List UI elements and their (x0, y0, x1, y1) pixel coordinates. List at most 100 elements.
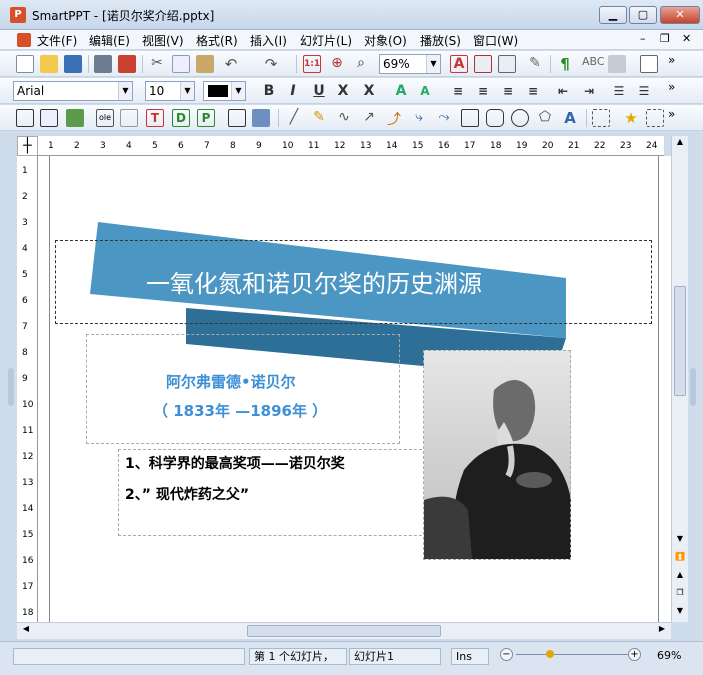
scroll-up-button[interactable]: ▲ (674, 137, 686, 151)
insert-table-icon[interactable] (474, 55, 492, 73)
table-icon[interactable] (40, 109, 58, 127)
maximize-button[interactable]: ▢ (629, 6, 657, 24)
toolbar-more-button[interactable]: » (668, 80, 675, 94)
shrink-font-icon[interactable]: A (416, 82, 434, 100)
menu-object[interactable]: 对象(O) (364, 32, 407, 49)
indent-increase-icon[interactable]: ⇥ (580, 82, 598, 100)
menu-format[interactable]: 格式(R) (196, 32, 238, 49)
document-icon[interactable] (17, 33, 31, 47)
zoom-combo[interactable]: 69% ▼ (379, 54, 441, 74)
undo-icon[interactable]: ↶ (222, 55, 240, 73)
align-right-icon[interactable]: ≡ (499, 82, 517, 100)
ellipse-icon[interactable] (511, 109, 529, 127)
right-panel-toggle[interactable] (690, 368, 696, 406)
italic-icon[interactable]: I (284, 82, 302, 100)
prev-slide-button[interactable]: ▲ (674, 570, 686, 584)
ruler-corner[interactable]: ┼ (17, 136, 38, 156)
justify-icon[interactable]: ≡ (524, 82, 542, 100)
actual-size-icon[interactable]: 1:1 (303, 55, 321, 73)
zoom-in-button[interactable]: + (628, 648, 641, 661)
next-slide-button[interactable]: ▼ (674, 606, 686, 620)
align-left-icon[interactable]: ≡ (449, 82, 467, 100)
scroll-down-button[interactable]: ▼ (674, 534, 686, 548)
size-combo[interactable]: 10 ▼ (145, 81, 195, 101)
line-icon[interactable]: ╱ (285, 109, 303, 127)
frame-icon[interactable] (120, 109, 138, 127)
rounded-rect-icon[interactable] (486, 109, 504, 127)
chevron-down-icon[interactable]: ▼ (180, 82, 194, 100)
cut-icon[interactable]: ✂ (148, 55, 166, 73)
rectangle-icon[interactable] (461, 109, 479, 127)
pen-icon[interactable]: ✎ (310, 109, 328, 127)
ole-icon[interactable]: ole (96, 109, 114, 127)
notes-icon[interactable] (498, 55, 516, 73)
curve-icon[interactable]: ∿ (335, 109, 353, 127)
bullet-list-icon[interactable]: ☰ (610, 82, 628, 100)
underline-icon[interactable]: U (310, 82, 328, 100)
print-icon[interactable] (94, 55, 112, 73)
mdi-close-button[interactable]: ✕ (682, 32, 691, 45)
connector-icon[interactable]: ⤴ (385, 109, 403, 128)
horizontal-ruler[interactable]: 1 2 3 4 5 6 7 8 9 10 11 12 13 14 15 16 17 18 19 20 21 22 23 24 (38, 136, 664, 156)
mdi-restore-button[interactable]: ❐ (660, 32, 670, 45)
chevron-down-icon[interactable]: ▼ (118, 82, 132, 100)
menu-slide[interactable]: 幻灯片(L) (300, 32, 352, 49)
clear-format-icon[interactable]: X (360, 82, 378, 100)
image-icon[interactable] (66, 109, 84, 127)
app-icon[interactable]: P (10, 7, 26, 23)
group-icon[interactable] (252, 109, 270, 127)
zoom-slider-thumb[interactable] (546, 650, 554, 658)
first-slide-button[interactable]: ⏫ (674, 552, 686, 566)
scroll-right-button[interactable]: ▶ (655, 624, 669, 637)
horizontal-scroll-thumb[interactable] (247, 625, 441, 637)
pdf-icon[interactable] (118, 55, 136, 73)
menu-file[interactable]: 文件(F) (37, 32, 77, 49)
menu-window[interactable]: 窗口(W) (473, 32, 518, 49)
menu-view[interactable]: 视图(V) (142, 32, 184, 49)
title-icon[interactable]: T (146, 109, 164, 127)
minimize-button[interactable]: ▁ (599, 6, 627, 24)
wordart-icon[interactable]: A (561, 109, 579, 127)
close-button[interactable]: ✕ (660, 6, 700, 24)
menu-play[interactable]: 播放(S) (420, 32, 461, 49)
chevron-down-icon[interactable]: ▼ (231, 82, 245, 100)
search-icon[interactable]: ⌕ (352, 55, 370, 73)
chevron-down-icon[interactable]: ▼ (426, 55, 440, 73)
numbered-list-icon[interactable]: ☰ (635, 82, 653, 100)
callout-icon[interactable] (646, 109, 664, 127)
date-icon[interactable]: D (172, 109, 190, 127)
insert-mode[interactable]: Ins (451, 648, 489, 665)
menu-edit[interactable]: 编辑(E) (89, 32, 130, 49)
crop-icon[interactable] (592, 109, 610, 127)
shapes-icon[interactable]: ⬠ (536, 109, 554, 127)
vertical-ruler[interactable]: 1 2 3 4 5 6 7 8 9 10 11 12 13 14 15 16 17 18 (17, 156, 38, 622)
spellcheck-icon[interactable]: ABC (582, 55, 605, 73)
grow-font-icon[interactable]: A (392, 82, 410, 100)
align-center-icon[interactable]: ≡ (474, 82, 492, 100)
star-icon[interactable]: ★ (622, 109, 640, 127)
chart-icon[interactable] (608, 55, 626, 73)
select-icon[interactable] (228, 109, 246, 127)
color-combo[interactable]: ▼ (203, 81, 246, 101)
elbow-connector-icon[interactable]: ⤷ (410, 109, 428, 127)
paste-icon[interactable] (196, 55, 214, 73)
menu-insert[interactable]: 插入(I) (250, 32, 287, 49)
horizontal-scrollbar[interactable]: ◀ ▶ (17, 622, 671, 639)
arrow-icon[interactable]: ↗ (360, 109, 378, 127)
indent-decrease-icon[interactable]: ⇤ (554, 82, 572, 100)
zoom-icon[interactable]: ⊕ (328, 55, 346, 73)
curve-connector-icon[interactable]: ⤳ (435, 109, 453, 127)
textbox-icon[interactable] (16, 109, 34, 127)
redo-icon[interactable]: ↷ (262, 55, 280, 73)
bold-icon[interactable]: B (260, 82, 278, 100)
new-icon[interactable] (16, 55, 34, 73)
font-combo[interactable]: Arial ▼ (13, 81, 133, 101)
vertical-scroll-thumb[interactable] (674, 286, 686, 396)
slide-list-button[interactable]: ❐ (674, 588, 686, 602)
text-color-icon[interactable]: A (450, 55, 468, 73)
open-icon[interactable] (40, 55, 58, 73)
page-icon[interactable] (640, 55, 658, 73)
slide-canvas[interactable]: 一氧化氮和诺贝尔奖的历史渊源 阿尔弗雷德•诺贝尔 （ 1833年 —1896年 … (38, 156, 671, 622)
image-frame[interactable] (423, 350, 571, 560)
strikethrough-icon[interactable]: X (334, 82, 352, 100)
